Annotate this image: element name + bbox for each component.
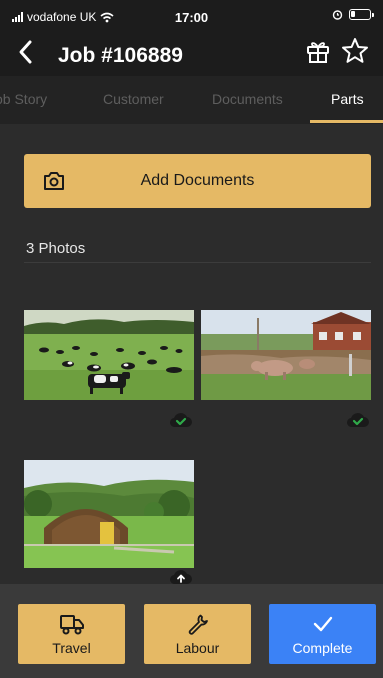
pigs-farm-image [201,310,371,400]
complete-button[interactable]: Complete [269,604,376,664]
tab-job-story[interactable]: Job Story [0,91,47,107]
back-chevron-icon[interactable] [14,38,38,66]
section-divider [24,262,371,263]
labour-label: Labour [175,640,220,656]
truck-icon [59,615,84,635]
tab-active-indicator [310,120,383,123]
add-documents-label: Add Documents [140,172,255,189]
camping-pod-image [24,460,194,568]
battery-icon [349,9,374,20]
gift-icon[interactable] [303,36,333,66]
tab-bar: Job Story Customer Documents Parts [0,76,383,124]
status-right [332,9,374,20]
tab-documents[interactable]: Documents [212,91,283,107]
tab-customer[interactable]: Customer [103,91,164,107]
complete-label: Complete [292,640,353,656]
photo-thumbnail[interactable] [24,460,194,568]
alarm-icon [332,10,343,20]
status-time: 17:00 [174,10,209,25]
wrench-icon [188,614,208,635]
photo-thumbnail[interactable] [201,310,371,400]
photo-thumbnail[interactable] [24,310,194,400]
add-documents-button[interactable]: Add Documents [24,154,371,208]
travel-label: Travel [52,640,91,656]
bottom-action-bar: Travel Labour Complete [0,584,383,678]
cloud-check-icon [346,413,369,428]
travel-button[interactable]: Travel [18,604,125,664]
documents-content: Add Documents 3 Photos [0,124,383,585]
tab-parts[interactable]: Parts [331,91,364,107]
nav-bar: Job #106889 [0,34,383,76]
status-bar: vodafone UK 17:00 [0,0,383,34]
labour-button[interactable]: Labour [144,604,251,664]
checkmark-icon [313,616,332,632]
page-title: Job #106889 [58,44,183,67]
photos-count: 3 Photos [26,240,86,257]
cows-field-image [24,310,194,400]
cloud-check-icon [169,413,192,428]
star-icon[interactable] [340,36,370,66]
